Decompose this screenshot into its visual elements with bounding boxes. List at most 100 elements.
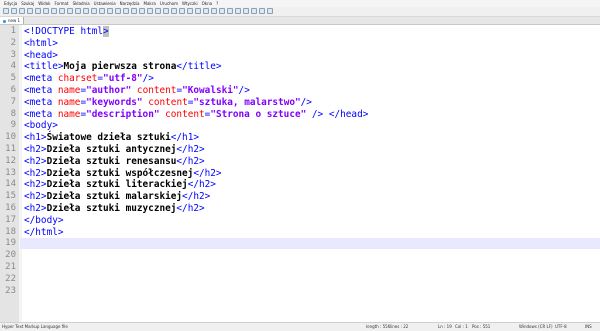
menu-item[interactable]: Makra [144, 1, 156, 6]
toolbar-button-icon[interactable] [19, 8, 25, 14]
code-token: <html> [24, 37, 58, 49]
code-line[interactable]: 17 </body> [0, 215, 600, 226]
code-line[interactable]: 6 <meta name="author" content="Kowalski"/… [0, 85, 600, 96]
toolbar-button-icon[interactable] [3, 8, 9, 14]
code-line[interactable]: 20 [0, 250, 600, 261]
toolbar-button-icon[interactable] [227, 8, 233, 14]
code-line[interactable]: 7 <meta name="keywords" content="sztuka, … [0, 97, 600, 108]
code-line[interactable]: 22 [0, 274, 600, 285]
toolbar-button-icon[interactable] [267, 8, 273, 14]
toolbar-button-icon[interactable] [91, 8, 97, 14]
code-line[interactable]: 11 <h2>Dzieła sztuki antycznej</h2> [0, 144, 600, 155]
code-token: <meta [24, 85, 58, 96]
code-line[interactable]: 13 <h2>Dzieła sztuki współczesnej</h2> [0, 168, 600, 179]
toolbar-button-icon[interactable] [99, 8, 105, 14]
code-token: <meta [24, 108, 58, 120]
toolbar-button-icon[interactable] [51, 8, 57, 14]
code-token: <title> [24, 61, 64, 73]
code-line[interactable]: 19 [0, 238, 600, 249]
toolbar-button-icon[interactable] [187, 8, 193, 14]
code-token: name [57, 108, 81, 120]
code-line[interactable]: 16 <h2>Dzieła sztuki muzycznej</h2> [0, 203, 600, 214]
code-line[interactable]: 21 [0, 262, 600, 273]
line-number: 1 [10, 26, 16, 36]
code-token: </h2> [182, 191, 211, 203]
line-number: 10 [5, 132, 16, 143]
menu-item[interactable]: Wtyczki [182, 1, 198, 6]
toolbar-button-icon[interactable] [179, 8, 185, 14]
code-line[interactable]: 5 <meta charset="utf-8"/> [0, 73, 600, 84]
toolbar-button-icon[interactable] [219, 8, 225, 14]
line-number: 22 [5, 273, 16, 284]
code-text: <h2>Dzieła sztuki antycznej</h2> [24, 144, 205, 155]
toolbar-button-icon[interactable] [43, 8, 49, 14]
toolbar-button-icon[interactable] [147, 8, 153, 14]
toolbar-button-icon[interactable] [131, 8, 137, 14]
line-number: 19 [5, 238, 16, 249]
toolbar-button-icon[interactable] [11, 8, 17, 14]
code-token: </html> [24, 226, 64, 238]
toolbar-button-icon[interactable] [107, 8, 113, 14]
toolbar-button-icon[interactable] [27, 8, 33, 14]
code-token: <meta [24, 73, 58, 85]
code-token: </h1> [170, 132, 199, 144]
toolbar-button-icon[interactable] [75, 8, 81, 14]
toolbar-button-icon[interactable] [243, 8, 249, 14]
menu-item[interactable]: Składnia [73, 1, 90, 6]
toolbar-button-icon[interactable] [211, 8, 217, 14]
toolbar-button-icon[interactable] [35, 8, 41, 14]
toolbar-button-icon[interactable] [139, 8, 145, 14]
code-line[interactable]: 23 [0, 286, 600, 297]
toolbar-button-icon[interactable] [195, 8, 201, 14]
line-number: 5 [10, 73, 16, 84]
line-number: 16 [5, 203, 16, 213]
line-number: 11 [5, 144, 16, 154]
toolbar-button-icon[interactable] [123, 8, 129, 14]
code-token: DOCTYPE html [35, 26, 104, 37]
menu-item[interactable]: ? [216, 1, 218, 6]
menu-item[interactable]: Uruchom [160, 1, 178, 6]
menu-item[interactable]: Szukaj [21, 1, 34, 6]
line-number: 8 [10, 108, 16, 119]
code-line[interactable]: 10 <h1>Światowe dzieła sztuki</h1> [0, 132, 600, 143]
menu-item[interactable]: Format [54, 1, 68, 6]
code-line[interactable]: 8 <meta name="description" content="Stron… [0, 109, 600, 120]
code-token: "keywords" [86, 96, 143, 108]
code-token: Moja pierwsza strona [63, 61, 177, 73]
toolbar-button-icon[interactable] [115, 8, 121, 14]
code-line[interactable]: 9 <body> [0, 120, 600, 131]
line-number: 2 [10, 37, 16, 48]
line-number: 23 [5, 285, 16, 296]
code-line[interactable]: 18 </html> [0, 227, 600, 238]
toolbar-button-icon[interactable] [259, 8, 265, 14]
code-line[interactable]: 1 <!DOCTYPE html> [0, 26, 600, 37]
code-line[interactable]: 12 <h2>Dzieła sztuki renesansu</h2> [0, 156, 600, 167]
toolbar-button-icon[interactable] [251, 8, 257, 14]
code-token: Dzieła sztuki malarskiej [46, 191, 183, 203]
toolbar-button-icon[interactable] [163, 8, 169, 14]
menu-item[interactable]: Okna [202, 1, 212, 6]
code-line[interactable]: 15 <h2>Dzieła sztuki malarskiej</h2> [0, 191, 600, 202]
code-editor[interactable]: 1 <!DOCTYPE html> 2 <html> 3 <head> 4 <title>Mo… [0, 25, 600, 322]
code-line[interactable]: 14 <h2>Dzieła sztuki literackiej</h2> [0, 179, 600, 190]
toolbar-button-icon[interactable] [83, 8, 89, 14]
line-number: 3 [10, 49, 16, 60]
code-line[interactable]: 3 <head> [0, 50, 600, 61]
code-line[interactable]: 2 <html> [0, 38, 600, 49]
toolbar-button-icon[interactable] [59, 8, 65, 14]
toolbar-button-icon[interactable] [203, 8, 209, 14]
toolbar-button-icon[interactable] [171, 8, 177, 14]
code-token: "sztuka, malarstwo" [193, 96, 301, 108]
code-line[interactable]: 4 <title>Moja pierwsza strona</title> [0, 61, 600, 72]
menu-item[interactable]: Widok [38, 1, 50, 6]
menu-item[interactable]: Narzędzia [120, 1, 140, 6]
toolbar-button-icon[interactable] [235, 8, 241, 14]
toolbar-button-icon[interactable] [67, 8, 73, 14]
menu-item[interactable]: Ustawienia [94, 1, 116, 6]
line-number: 9 [10, 120, 16, 131]
file-icon [3, 19, 6, 23]
toolbar-button-icon[interactable] [155, 8, 161, 14]
code-token: "author" [86, 85, 132, 96]
menu-item[interactable]: Edycja [4, 1, 17, 6]
tab-new-1[interactable]: new 1 [0, 17, 25, 24]
